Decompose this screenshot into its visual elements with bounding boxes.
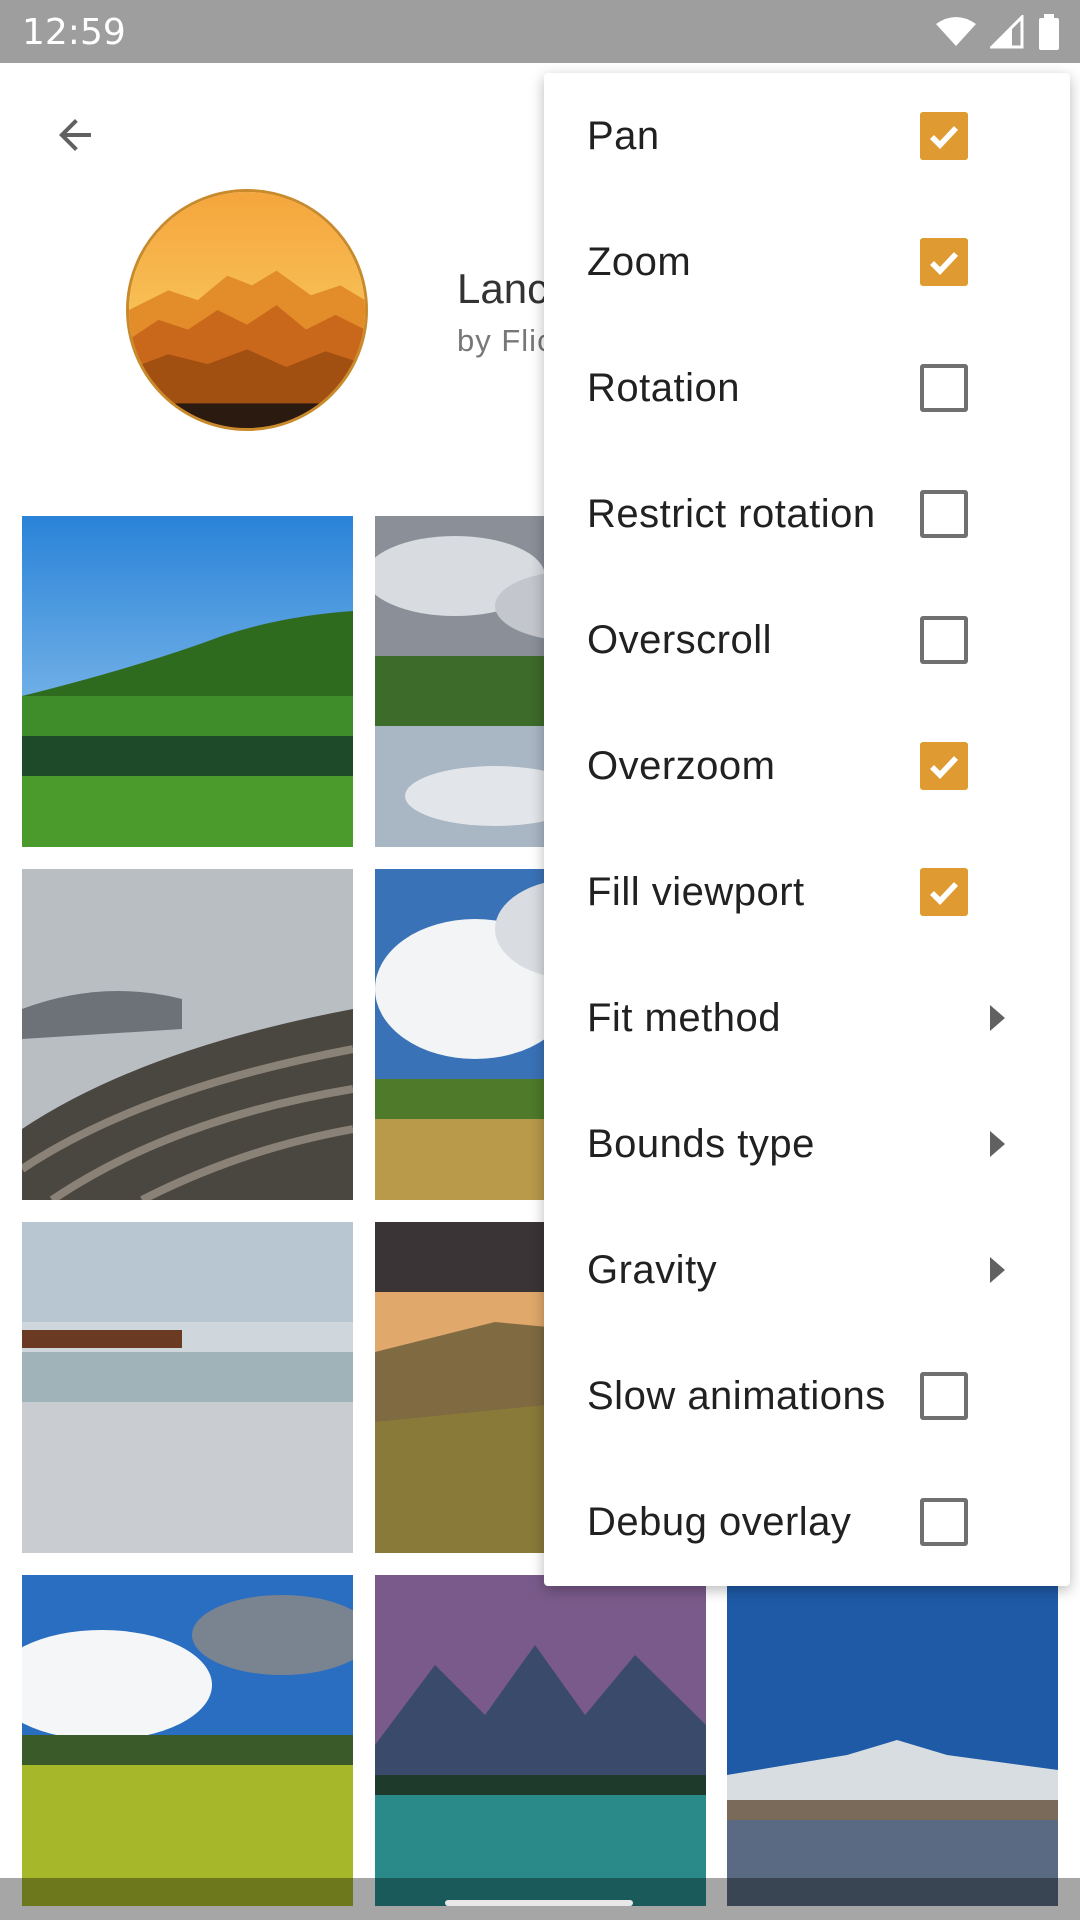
menu-item-fit-method[interactable]: Fit method (544, 955, 1070, 1081)
menu-item-label: Bounds type (587, 1121, 815, 1166)
status-icons (936, 14, 1060, 50)
slow-animations-checkbox[interactable] (920, 1372, 968, 1420)
mountain-sunset-image (129, 192, 365, 428)
menu-item-overzoom[interactable]: Overzoom (544, 703, 1070, 829)
menu-item-restrict-rotation[interactable]: Restrict rotation (544, 451, 1070, 577)
menu-item-zoom[interactable]: Zoom (544, 199, 1070, 325)
submenu-arrow-icon (990, 1257, 1005, 1283)
battery-icon (1039, 14, 1059, 50)
menu-item-label: Gravity (587, 1247, 718, 1292)
album-author: by Flic (457, 323, 554, 358)
photo-meadow-clouds (22, 1575, 353, 1906)
photo-tile[interactable] (22, 516, 353, 847)
menu-item-slow-animations[interactable]: Slow animations (544, 1333, 1070, 1459)
menu-item-debug-overlay[interactable]: Debug overlay (544, 1459, 1070, 1585)
menu-item-label: Overscroll (587, 617, 773, 662)
photo-snowy-mountain-lake (727, 1575, 1058, 1906)
checkmark-icon (930, 126, 959, 150)
menu-item-label: Pan (587, 113, 660, 158)
pan-checkbox[interactable] (920, 112, 968, 160)
album-avatar (126, 189, 368, 431)
zoom-checkbox[interactable] (920, 238, 968, 286)
checkmark-icon (930, 252, 959, 276)
menu-item-pan[interactable]: Pan (544, 73, 1070, 199)
album-title: Lanc (457, 265, 549, 312)
overzoom-checkbox[interactable] (920, 742, 968, 790)
menu-item-overscroll[interactable]: Overscroll (544, 577, 1070, 703)
menu-item-fill-viewport[interactable]: Fill viewport (544, 829, 1070, 955)
overscroll-checkbox[interactable] (920, 616, 968, 664)
cell-signal-icon (990, 15, 1024, 49)
photo-tile[interactable] (22, 1222, 353, 1553)
back-button[interactable] (40, 100, 110, 170)
photo-tile[interactable] (727, 1575, 1058, 1906)
home-gesture-handle[interactable] (445, 1900, 633, 1906)
photo-mountain-lake (375, 1575, 706, 1906)
menu-item-bounds-type[interactable]: Bounds type (544, 1081, 1070, 1207)
menu-item-gravity[interactable]: Gravity (544, 1207, 1070, 1333)
photo-tile[interactable] (22, 869, 353, 1200)
wifi-icon (936, 17, 976, 46)
menu-item-rotation[interactable]: Rotation (544, 325, 1070, 451)
menu-item-label: Zoom (587, 239, 692, 284)
options-menu: Pan Zoom Rotation Restrict rotation Over… (544, 73, 1070, 1586)
submenu-arrow-icon (990, 1131, 1005, 1157)
navigation-bar (0, 1878, 1080, 1920)
photo-rice-terraces (22, 869, 353, 1200)
menu-item-label: Fit method (587, 995, 781, 1040)
fill-viewport-checkbox[interactable] (920, 868, 968, 916)
rotation-checkbox[interactable] (920, 364, 968, 412)
menu-item-label: Slow animations (587, 1373, 886, 1418)
photo-beach-shore (22, 1222, 353, 1553)
arrow-back-icon (59, 119, 91, 151)
photo-tile[interactable] (22, 1575, 353, 1906)
menu-item-label: Restrict rotation (587, 491, 876, 536)
status-bar: 12:59 (0, 0, 1080, 63)
menu-item-label: Fill viewport (587, 869, 805, 914)
restrict-rotation-checkbox[interactable] (920, 490, 968, 538)
menu-item-label: Overzoom (587, 743, 776, 788)
photo-tile[interactable] (375, 1575, 706, 1906)
screen: { "status_bar": { "time": "12:59", "icon… (0, 0, 1080, 1920)
checkmark-icon (930, 756, 959, 780)
debug-overlay-checkbox[interactable] (920, 1498, 968, 1546)
photo-green-hills-lake (22, 516, 353, 847)
checkmark-icon (930, 882, 959, 906)
status-time: 12:59 (22, 12, 126, 53)
submenu-arrow-icon (990, 1005, 1005, 1031)
menu-item-label: Debug overlay (587, 1499, 852, 1544)
menu-item-label: Rotation (587, 365, 740, 410)
